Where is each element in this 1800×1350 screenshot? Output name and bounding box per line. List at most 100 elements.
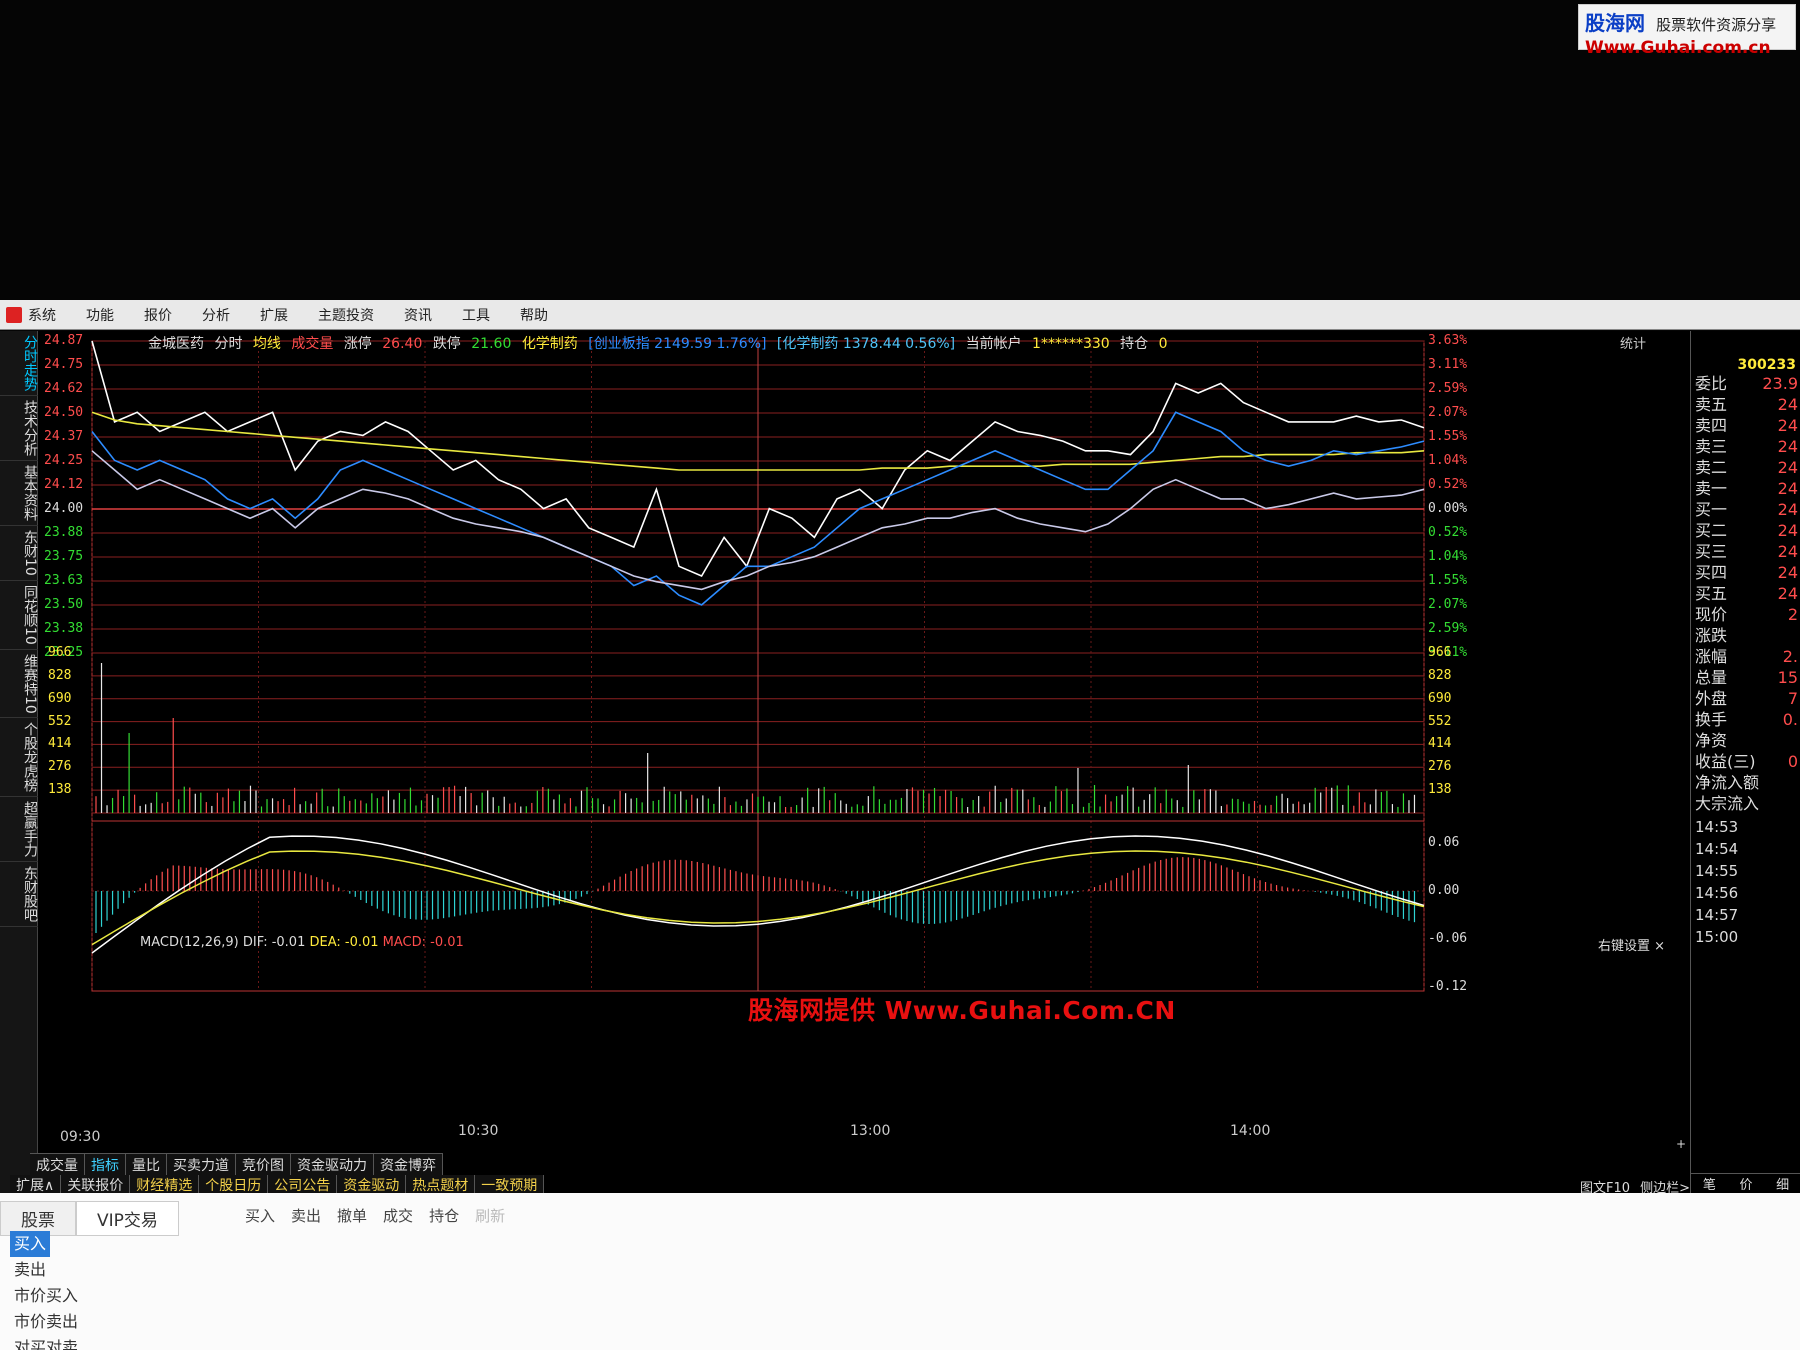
menu-item-extend[interactable]: 扩展 (260, 305, 288, 325)
tick-time: 14:53 (1695, 818, 1739, 836)
vtab-technical[interactable]: 技术分析 (0, 396, 38, 461)
vtab-dongcai[interactable]: 东财10 (0, 526, 38, 581)
tick-times: 14:53 14:54 14:55 14:56 14:57 15:00 (1691, 818, 1800, 946)
pct-tick-label: 2.59% (1428, 381, 1468, 396)
row-value: 24 (1777, 437, 1798, 456)
row-label: 涨幅 (1695, 647, 1728, 666)
tab-avg-line[interactable]: 均线 (253, 336, 281, 352)
toolbar-buy[interactable]: 买入 (245, 1205, 275, 1226)
tab-tick[interactable]: 笔 (1703, 1174, 1716, 1193)
time-label-1300: 13:00 (850, 1123, 891, 1139)
sector-index-label: [化学制药 1378.44 0.56%] (776, 336, 956, 352)
toolbar-cancel[interactable]: 撤单 (337, 1205, 367, 1226)
action-market-buy[interactable]: 市价买入 (10, 1283, 210, 1309)
volume-tick-label: 138 (48, 782, 72, 798)
vtab-intraday[interactable]: 分时走势 (0, 331, 38, 396)
menu-item-tools[interactable]: 工具 (462, 305, 490, 325)
quote-row: 总量 15 (1691, 667, 1800, 688)
screen-photo: 股海网 股票软件资源分享 Www.Guhai.com.cn 系统 功能 报价 分… (0, 0, 1800, 1350)
volume-tick-label-right: 966 (1428, 645, 1452, 660)
vtab-fundamentals[interactable]: 基本资料 (0, 461, 38, 526)
tab-stock-calendar[interactable]: 个股日历 (199, 1175, 269, 1195)
row-value: 23.9 (1762, 374, 1798, 393)
tab-capital-drive[interactable]: 资金驱动力 (291, 1153, 374, 1175)
volume-tick-label: 828 (48, 667, 72, 683)
action-buy[interactable]: 买入 (10, 1231, 50, 1257)
site-logo-url: Www.Guhai.com.cn (1585, 38, 1771, 58)
price-tick-label: 24.37 (44, 429, 84, 444)
vtab-stock-forum[interactable]: 东财股吧 (0, 862, 38, 928)
macd-dea: DEA: -0.01 (309, 935, 379, 950)
tab-volume-ratio[interactable]: 量比 (126, 1153, 167, 1175)
statistics-button[interactable]: 统计 (1620, 333, 1646, 352)
row-value: 24 (1777, 542, 1798, 561)
limit-down-label: 跌停 (432, 336, 461, 352)
row-label: 卖四 (1695, 416, 1728, 435)
tab-capital-game[interactable]: 资金博弈 (374, 1153, 443, 1175)
quote-row: 大宗流入 (1691, 793, 1800, 814)
tab-announcements[interactable]: 公司公告 (268, 1175, 338, 1195)
tab-price[interactable]: 价 (1739, 1174, 1752, 1193)
menu-item-quotes[interactable]: 报价 (144, 305, 172, 325)
action-buy-sell-each[interactable]: 对买对卖 (10, 1335, 210, 1350)
tab-expand[interactable]: 扩展∧ (10, 1175, 62, 1195)
vtab-super-trader[interactable]: 超赢手力 (0, 797, 38, 863)
price-tick-label: 24.25 (44, 453, 84, 468)
tick-time: 15:00 (1695, 928, 1739, 946)
site-logo-title: 股海网 (1585, 11, 1645, 35)
vtab-tonghuashun[interactable]: 同花顺10 (0, 581, 38, 650)
pct-tick-label: 1.04% (1428, 549, 1468, 564)
menu-item-system[interactable]: 系统 (28, 305, 56, 325)
tab-consensus-forecast[interactable]: 一致预期 (475, 1175, 545, 1195)
row-value: 24 (1777, 584, 1798, 603)
tab-hot-topics[interactable]: 热点题材 (406, 1175, 476, 1195)
action-market-sell[interactable]: 市价卖出 (10, 1309, 210, 1335)
tab-intraday[interactable]: 分时 (214, 336, 242, 352)
toolbar-holdings[interactable]: 持仓 (429, 1205, 459, 1226)
right-click-settings[interactable]: 右键设置 × (1598, 935, 1665, 954)
intraday-chart: 金城医药 分时 均线 成交量 涨停 26.40 跌停 21.60 化学制药 [创… (40, 331, 1706, 1153)
position-label: 持仓 (1120, 336, 1149, 352)
quote-row: 净流入额 (1691, 772, 1800, 793)
quote-row: 现价 2 (1691, 604, 1800, 625)
row-value: 24 (1777, 458, 1798, 477)
tab-auction[interactable]: 竞价图 (236, 1153, 291, 1175)
limit-down-value: 21.60 (471, 336, 512, 352)
menu-item-analysis[interactable]: 分析 (202, 305, 230, 325)
volume-tick-label-right: 138 (1428, 782, 1452, 798)
menu-item-help[interactable]: 帮助 (520, 305, 548, 325)
row-label: 净流入额 (1695, 773, 1760, 792)
price-tick-label: 24.62 (44, 381, 84, 396)
quote-row: 净资 (1691, 730, 1800, 751)
row-label: 买五 (1695, 584, 1728, 603)
row-label: 买二 (1695, 521, 1728, 540)
position-value: 0 (1158, 336, 1168, 352)
action-sell[interactable]: 卖出 (10, 1257, 210, 1283)
pct-tick-label: 0.00% (1428, 501, 1468, 516)
menu-item-theme-invest[interactable]: 主题投资 (318, 305, 374, 325)
tab-buy-sell-force[interactable]: 买卖力道 (167, 1153, 236, 1175)
menu-item-news[interactable]: 资讯 (404, 305, 432, 325)
price-tick-label: 23.63 (44, 573, 84, 588)
tab-volume[interactable]: 成交量 (30, 1153, 85, 1175)
row-label: 涨跌 (1695, 626, 1728, 645)
price-tick-label: 24.00 (44, 501, 84, 516)
toolbar-deals[interactable]: 成交 (383, 1205, 413, 1226)
vtab-weisaite[interactable]: 维赛特10 (0, 650, 38, 719)
tab-indicator[interactable]: 指标 (85, 1153, 126, 1175)
price-tick-label: 24.12 (44, 477, 84, 492)
toolbar-refresh[interactable]: 刷新 (475, 1205, 505, 1226)
zoom-in-button[interactable]: + (1676, 1137, 1686, 1151)
tab-capital-drive-2[interactable]: 资金驱动 (337, 1175, 407, 1195)
tab-detail[interactable]: 细 (1776, 1174, 1789, 1193)
menu-item-function[interactable]: 功能 (86, 305, 114, 325)
price-tick-label: 23.75 (44, 549, 84, 564)
macd-header: MACD(12,26,9) DIF: -0.01 DEA: -0.01 MACD… (140, 935, 464, 950)
vtab-dragon-tiger[interactable]: 个股龙虎榜 (0, 718, 38, 798)
tab-finance-picks[interactable]: 财经精选 (130, 1175, 200, 1195)
quote-row: 收益(三) 0 (1691, 751, 1800, 772)
tab-related-quotes[interactable]: 关联报价 (61, 1175, 131, 1195)
row-value: 0 (1787, 752, 1798, 771)
volume-tick-label-right: 828 (1428, 667, 1452, 683)
toolbar-sell[interactable]: 卖出 (291, 1205, 321, 1226)
